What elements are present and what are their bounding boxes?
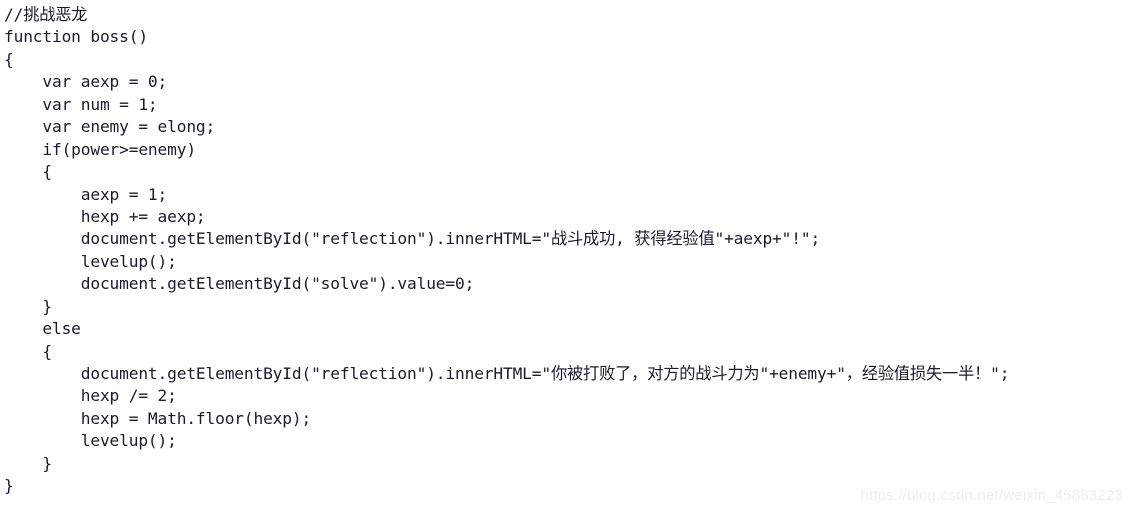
- code-line: {: [4, 341, 52, 361]
- code-block: //挑战恶龙 function boss(){ var aexp = 0; var…: [0, 0, 1129, 498]
- code-line: //挑战恶龙: [4, 5, 88, 24]
- code-line: }: [4, 296, 52, 316]
- code-line: levelup();: [4, 251, 177, 271]
- code-line: document.getElementById("solve").value=0…: [4, 274, 475, 294]
- code-line: aexp = 1;: [4, 184, 168, 204]
- code-line: document.getElementById("reflection").in…: [4, 229, 821, 249]
- code-line: {: [4, 49, 14, 69]
- code-line: var aexp = 0;: [4, 72, 168, 92]
- code-line: if(power>=enemy): [4, 139, 196, 159]
- code-line: hexp /= 2;: [4, 386, 177, 406]
- code-line: var enemy = elong;: [4, 117, 216, 137]
- code-line: }: [4, 453, 52, 473]
- code-line: var num = 1;: [4, 94, 158, 114]
- code-line: hexp = Math.floor(hexp);: [4, 408, 312, 428]
- code-line: function boss(): [4, 27, 148, 47]
- code-line: hexp += aexp;: [4, 206, 206, 226]
- watermark-text: https://blog.csdn.net/weixin_45883223: [860, 487, 1123, 504]
- code-line: levelup();: [4, 431, 177, 451]
- code-line: else: [4, 319, 81, 339]
- code-line: document.getElementById("reflection").in…: [4, 364, 1010, 383]
- code-line: {: [4, 162, 52, 182]
